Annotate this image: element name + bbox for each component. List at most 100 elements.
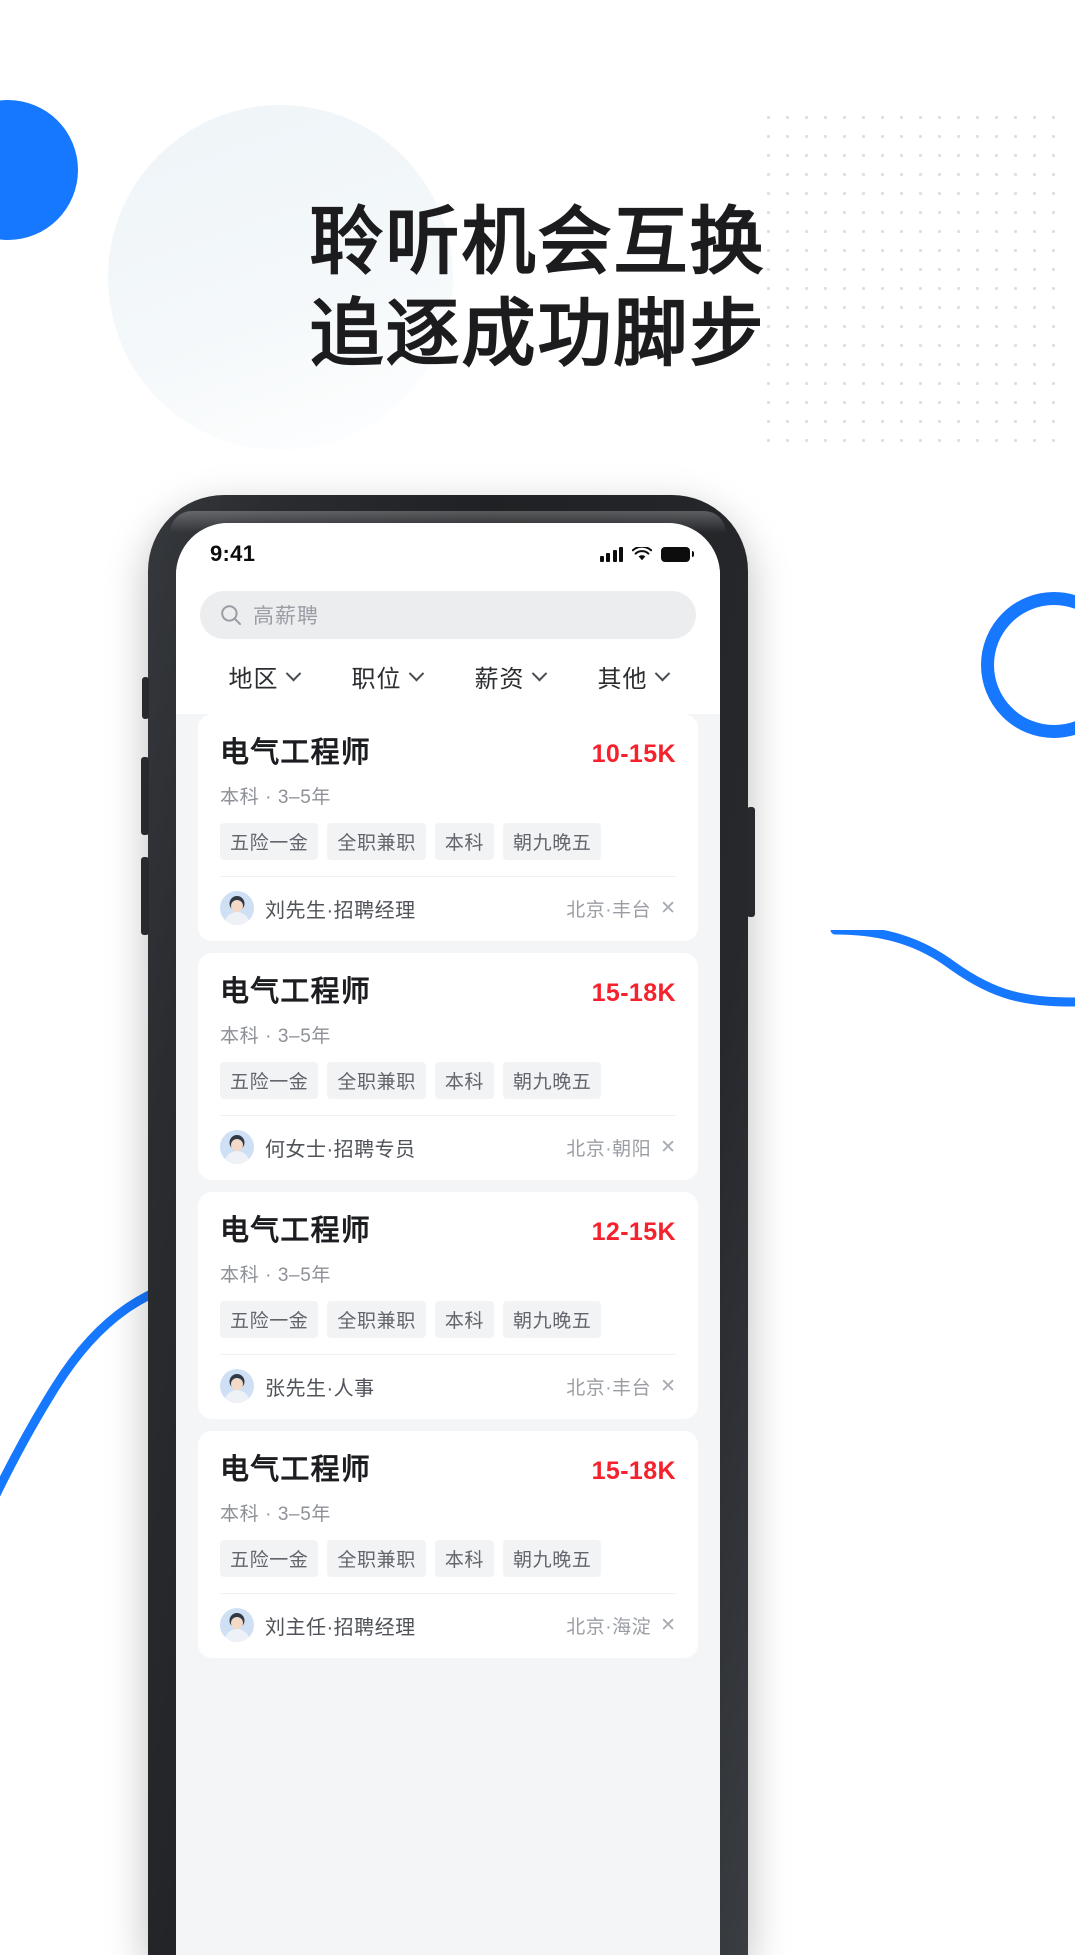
job-tag: 朝九晚五 [503,1062,602,1099]
job-tag: 朝九晚五 [503,823,602,860]
chevron-down-icon [285,665,301,682]
job-tag: 全职兼职 [327,823,426,860]
recruiter-info[interactable]: 刘主任·招聘经理 [220,1608,416,1642]
job-title: 电气工程师 [220,737,372,769]
job-salary: 10-15K [591,740,676,768]
phone-mute-switch[interactable] [142,677,149,719]
search-input[interactable]: 高薪聘 [253,600,319,630]
job-list: 电气工程师 10-15K 本科 · 3–5年 五险一金 全职兼职 本科 朝九晚五 刘先… [176,714,720,1658]
job-location: 北京·丰台 [566,899,652,921]
close-icon[interactable]: ✕ [660,1377,676,1396]
chevron-down-icon [531,665,547,682]
recruiter-name: 刘先生·招聘经理 [265,899,416,922]
search-icon [221,605,241,625]
status-bar-time: 9:41 [210,541,256,566]
job-tag: 朝九晚五 [503,1540,602,1577]
job-title: 电气工程师 [220,1454,372,1486]
job-card[interactable]: 电气工程师 15-18K 本科 · 3–5年 五险一金 全职兼职 本科 朝九晚五 何女… [198,953,698,1180]
filter-region[interactable]: 地区 [202,659,325,694]
avatar [220,1608,254,1642]
filter-position[interactable]: 职位 [325,659,448,694]
job-requirements: 本科 · 3–5年 [220,1026,331,1047]
avatar [220,1369,254,1403]
job-tag: 五险一金 [220,1301,319,1338]
app-header: 高薪聘 [176,577,720,639]
job-location-group: 北京·丰台 ✕ [566,895,676,922]
job-tag: 本科 [434,1301,495,1338]
headline-line-2: 追逐成功脚步 [309,291,766,377]
wifi-icon [632,546,652,560]
avatar [220,891,254,925]
job-tag: 五险一金 [220,1540,319,1577]
job-card-header: 电气工程师 15-18K [220,1453,676,1487]
filter-salary-label: 薪资 [474,666,525,693]
job-salary: 12-15K [591,1218,676,1246]
job-tag-list: 五险一金 全职兼职 本科 朝九晚五 [220,823,676,860]
job-salary: 15-18K [591,979,676,1007]
job-tag: 五险一金 [220,823,319,860]
phone-mockup: 9:41 高薪聘 地区 职位 薪资 其他 电气工程师 10-15K 本科 · 3… [141,495,755,1955]
headline-line-1: 聆听机会互换 [309,199,766,285]
close-icon[interactable]: ✕ [660,1616,676,1635]
job-requirements: 本科 · 3–5年 [220,1265,331,1286]
filter-other-label: 其他 [597,666,648,693]
avatar [220,1130,254,1164]
blue-swoosh-right [830,930,1075,1007]
filter-salary[interactable]: 薪资 [448,659,571,694]
blue-ring-decoration [981,592,1075,738]
job-tag: 朝九晚五 [503,1301,602,1338]
cellular-signal-icon [599,546,623,562]
job-salary: 15-18K [591,1457,676,1485]
filter-row: 地区 职位 薪资 其他 [176,639,720,714]
job-card[interactable]: 电气工程师 15-18K 本科 · 3–5年 五险一金 全职兼职 本科 朝九晚五 刘主… [198,1431,698,1658]
battery-icon [661,546,694,562]
phone-volume-down-button[interactable] [141,857,149,935]
job-location-group: 北京·丰台 ✕ [566,1373,676,1400]
filter-region-label: 地区 [228,666,279,693]
status-bar-icons [599,546,694,562]
recruiter-info[interactable]: 刘先生·招聘经理 [220,891,416,925]
chevron-down-icon [654,665,670,682]
recruiter-name: 张先生·人事 [265,1377,375,1400]
phone-volume-up-button[interactable] [141,757,149,835]
status-bar: 9:41 [176,523,720,577]
job-tag-list: 五险一金 全职兼职 本科 朝九晚五 [220,1062,676,1099]
filter-position-label: 职位 [351,666,402,693]
page-headline: 聆听机会互换 追逐成功脚步 [0,196,1075,380]
close-icon[interactable]: ✕ [660,1138,676,1157]
job-tag: 全职兼职 [327,1062,426,1099]
job-card-footer: 张先生·人事 北京·丰台 ✕ [220,1354,676,1419]
job-location-group: 北京·海淀 ✕ [566,1612,676,1639]
job-tag: 全职兼职 [327,1540,426,1577]
job-card-header: 电气工程师 12-15K [220,1214,676,1248]
filter-other[interactable]: 其他 [571,659,694,694]
job-tag: 本科 [434,1062,495,1099]
close-icon[interactable]: ✕ [660,899,676,918]
job-requirements: 本科 · 3–5年 [220,787,331,808]
phone-power-button[interactable] [747,807,755,917]
recruiter-info[interactable]: 张先生·人事 [220,1369,375,1403]
job-location: 北京·海淀 [566,1616,652,1638]
job-card-header: 电气工程师 10-15K [220,736,676,770]
job-tag-list: 五险一金 全职兼职 本科 朝九晚五 [220,1301,676,1338]
job-location: 北京·朝阳 [566,1138,652,1160]
recruiter-info[interactable]: 何女士·招聘专员 [220,1130,416,1164]
job-card-footer: 何女士·招聘专员 北京·朝阳 ✕ [220,1115,676,1180]
job-card[interactable]: 电气工程师 10-15K 本科 · 3–5年 五险一金 全职兼职 本科 朝九晚五 刘先… [198,714,698,941]
job-card-footer: 刘先生·招聘经理 北京·丰台 ✕ [220,876,676,941]
chevron-down-icon [408,665,424,682]
job-title: 电气工程师 [220,976,372,1008]
job-location: 北京·丰台 [566,1377,652,1399]
job-card[interactable]: 电气工程师 12-15K 本科 · 3–5年 五险一金 全职兼职 本科 朝九晚五 张先… [198,1192,698,1419]
search-bar[interactable]: 高薪聘 [200,591,696,639]
job-tag: 全职兼职 [327,1301,426,1338]
job-requirements: 本科 · 3–5年 [220,1504,331,1525]
job-title: 电气工程师 [220,1215,372,1247]
job-card-header: 电气工程师 15-18K [220,975,676,1009]
job-tag: 本科 [434,1540,495,1577]
phone-screen: 9:41 高薪聘 地区 职位 薪资 其他 电气工程师 10-15K 本科 · 3… [176,523,720,1955]
recruiter-name: 何女士·招聘专员 [265,1138,416,1161]
job-tag: 本科 [434,823,495,860]
job-tag-list: 五险一金 全职兼职 本科 朝九晚五 [220,1540,676,1577]
recruiter-name: 刘主任·招聘经理 [265,1616,416,1639]
